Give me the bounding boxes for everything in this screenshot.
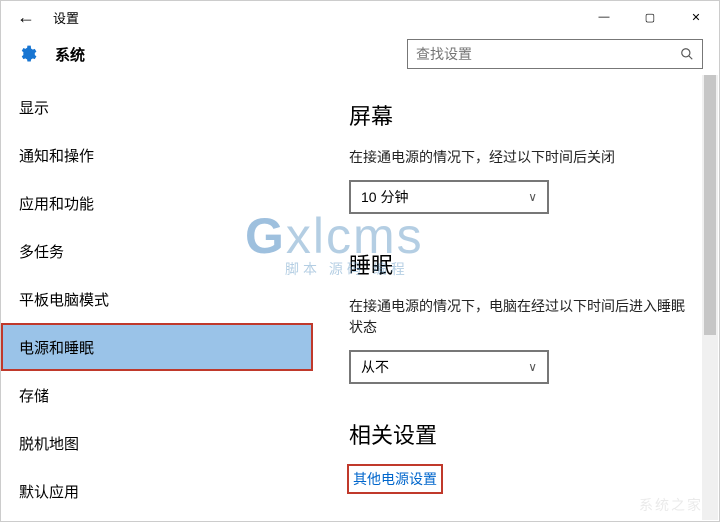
sidebar-item-7[interactable]: 脱机地图 bbox=[1, 419, 313, 467]
header: 系统 bbox=[1, 33, 719, 75]
sidebar-item-3[interactable]: 多任务 bbox=[1, 227, 313, 275]
sidebar-item-8[interactable]: 默认应用 bbox=[1, 467, 313, 515]
sidebar-item-label: 通知和操作 bbox=[19, 145, 94, 166]
minimize-button[interactable]: — bbox=[581, 1, 627, 33]
sidebar-item-4[interactable]: 平板电脑模式 bbox=[1, 275, 313, 323]
gear-icon bbox=[17, 44, 37, 64]
search-input[interactable] bbox=[416, 46, 680, 62]
screen-section-title: 屏幕 bbox=[349, 99, 691, 131]
content: 显示通知和操作应用和功能多任务平板电脑模式电源和睡眠存储脱机地图默认应用 屏幕 … bbox=[1, 75, 719, 521]
close-button[interactable]: ✕ bbox=[673, 1, 719, 33]
sidebar-item-label: 存储 bbox=[19, 385, 49, 406]
sidebar-item-label: 默认应用 bbox=[19, 481, 79, 502]
sleep-timeout-value: 从不 bbox=[361, 357, 389, 377]
sidebar-item-label: 多任务 bbox=[19, 241, 64, 262]
sleep-section-desc: 在接通电源的情况下，电脑在经过以下时间后进入睡眠状态 bbox=[349, 296, 691, 338]
sidebar-item-0[interactable]: 显示 bbox=[1, 83, 313, 131]
maximize-button[interactable]: ▢ bbox=[627, 1, 673, 33]
sidebar-item-6[interactable]: 存储 bbox=[1, 371, 313, 419]
screen-timeout-value: 10 分钟 bbox=[361, 187, 408, 207]
screen-section-desc: 在接通电源的情况下，经过以下时间后关闭 bbox=[349, 147, 691, 168]
other-power-settings-link[interactable]: 其他电源设置 bbox=[349, 466, 441, 492]
sidebar-item-label: 电源和睡眠 bbox=[19, 337, 94, 358]
search-box[interactable] bbox=[407, 39, 703, 69]
sidebar-item-1[interactable]: 通知和操作 bbox=[1, 131, 313, 179]
chevron-down-icon: ∨ bbox=[528, 190, 537, 204]
search-icon bbox=[680, 47, 694, 61]
sidebar-item-label: 应用和功能 bbox=[19, 193, 94, 214]
sidebar-item-label: 脱机地图 bbox=[19, 433, 79, 454]
window-controls: — ▢ ✕ bbox=[581, 1, 719, 33]
titlebar: ← 设置 — ▢ ✕ bbox=[1, 1, 719, 33]
sidebar-item-label: 显示 bbox=[19, 97, 49, 118]
window-title: 设置 bbox=[53, 8, 79, 27]
sidebar-item-2[interactable]: 应用和功能 bbox=[1, 179, 313, 227]
sidebar-item-label: 平板电脑模式 bbox=[19, 289, 109, 310]
sleep-timeout-dropdown[interactable]: 从不 ∨ bbox=[349, 350, 549, 384]
main-panel: 屏幕 在接通电源的情况下，经过以下时间后关闭 10 分钟 ∨ 睡眠 在接通电源的… bbox=[313, 75, 719, 521]
chevron-down-icon: ∨ bbox=[528, 360, 537, 374]
back-button[interactable]: ← bbox=[17, 7, 41, 28]
screen-timeout-dropdown[interactable]: 10 分钟 ∨ bbox=[349, 180, 549, 214]
category-heading: 系统 bbox=[55, 44, 85, 65]
scrollbar-thumb[interactable] bbox=[704, 75, 716, 335]
sidebar-item-5[interactable]: 电源和睡眠 bbox=[1, 323, 313, 371]
sidebar: 显示通知和操作应用和功能多任务平板电脑模式电源和睡眠存储脱机地图默认应用 bbox=[1, 75, 313, 521]
sleep-section-title: 睡眠 bbox=[349, 248, 691, 280]
related-section-title: 相关设置 bbox=[349, 418, 691, 450]
vertical-scrollbar[interactable] bbox=[702, 75, 718, 520]
